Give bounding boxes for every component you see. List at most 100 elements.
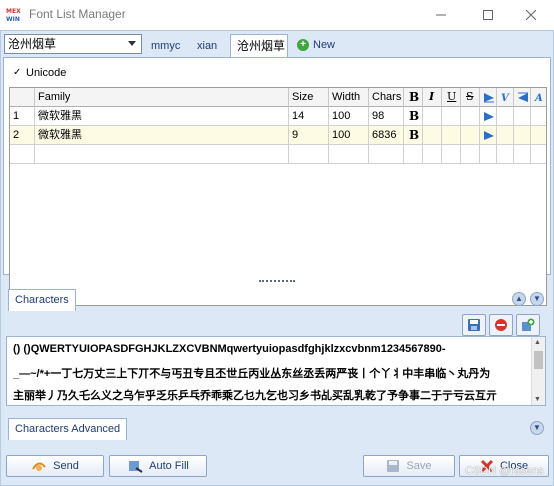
table-row[interactable]: 1 微软雅黑 14 100 98 B: [10, 107, 546, 126]
splitter-handle[interactable]: [259, 280, 295, 283]
header-chars[interactable]: Chars: [369, 88, 404, 107]
add-chars-button[interactable]: [516, 314, 540, 336]
header-italic[interactable]: I: [423, 88, 442, 107]
remove-chars-button[interactable]: [489, 314, 513, 336]
save-button[interactable]: Save: [363, 455, 455, 477]
cell-vertical[interactable]: [497, 126, 514, 145]
scroll-down-icon[interactable]: ▼: [534, 396, 541, 403]
cell-align-left-empty[interactable]: [480, 145, 497, 164]
cell-chars-empty[interactable]: [369, 145, 404, 164]
font-table-panel: ✓ Unicode Family Size Width Chars B I U …: [3, 57, 551, 306]
expand-advanced-button[interactable]: ▼: [530, 421, 544, 435]
header-width[interactable]: Width: [329, 88, 369, 107]
cell-family-empty[interactable]: [35, 145, 289, 164]
send-label: Send: [53, 460, 79, 472]
cell-underline[interactable]: [442, 107, 461, 126]
maximize-button[interactable]: [465, 0, 511, 30]
header-antialias[interactable]: A: [531, 88, 546, 107]
cell-bold[interactable]: B: [404, 126, 423, 145]
header-align-right[interactable]: [514, 88, 531, 107]
characters-textarea[interactable]: () ()QWERTYUIOPASDFGHJKLZXCVBNMqwertyuio…: [6, 336, 546, 406]
cell-vertical[interactable]: [497, 107, 514, 126]
minimize-icon: [436, 14, 446, 16]
characters-line: _—~/*+一丁七万丈三上下丌不与丐丑专且丕世丘丙业丛东丝丞丢两严丧丨个丫丬中丰…: [13, 368, 491, 380]
cell-size-empty[interactable]: [289, 145, 329, 164]
header-bold[interactable]: B: [404, 88, 423, 107]
cell-align-left[interactable]: [480, 126, 497, 145]
cell-antialias[interactable]: [531, 107, 546, 126]
minimize-button[interactable]: [418, 0, 464, 30]
collapse-down-button[interactable]: ▼: [530, 292, 544, 306]
cell-chars[interactable]: 6836: [369, 126, 404, 145]
cell-width[interactable]: 100: [329, 107, 369, 126]
tab-cangzhou[interactable]: 沧州烟草: [230, 34, 288, 58]
cell-vertical-empty[interactable]: [497, 145, 514, 164]
save-chars-button[interactable]: [462, 314, 486, 336]
cell-size[interactable]: 14: [289, 107, 329, 126]
auto-fill-button[interactable]: Auto Fill: [109, 455, 207, 477]
cell-chars[interactable]: 98: [369, 107, 404, 126]
cell-width[interactable]: 100: [329, 126, 369, 145]
header-family[interactable]: Family: [35, 88, 289, 107]
cell-italic[interactable]: [423, 126, 442, 145]
maximize-icon: [483, 10, 493, 20]
cell-underline-empty[interactable]: [442, 145, 461, 164]
cell-width-empty[interactable]: [329, 145, 369, 164]
send-button[interactable]: Send: [6, 455, 104, 477]
header-strikeout[interactable]: S: [461, 88, 480, 107]
cell-align-left[interactable]: [480, 107, 497, 126]
cell-size[interactable]: 9: [289, 126, 329, 145]
characters-section-tab[interactable]: Characters: [8, 289, 76, 311]
tab-mmyc[interactable]: mmyc: [151, 35, 180, 57]
auto-fill-icon: [129, 461, 143, 473]
cell-underline[interactable]: [442, 126, 461, 145]
cell-align-right[interactable]: [514, 126, 531, 145]
unicode-label: Unicode: [26, 67, 67, 79]
cell-strikeout-empty[interactable]: [461, 145, 480, 164]
cell-align-right[interactable]: [514, 107, 531, 126]
cell-bold-empty[interactable]: [404, 145, 423, 164]
collapse-up-button[interactable]: ▲: [512, 292, 526, 306]
row-number: 1: [10, 107, 35, 126]
send-icon: [32, 462, 46, 471]
cell-antialias-empty[interactable]: [531, 145, 546, 164]
font-table[interactable]: Family Size Width Chars B I U S V A 1 微软…: [9, 87, 547, 306]
vertical-scrollbar[interactable]: ▲ ▼: [531, 337, 545, 405]
svg-text:V: V: [501, 93, 510, 103]
new-tab-button[interactable]: + New: [297, 39, 335, 51]
cell-italic-empty[interactable]: [423, 145, 442, 164]
align-left-icon: [484, 93, 494, 103]
title-bar: MEX WIN Font List Manager: [0, 0, 554, 30]
characters-line: 主丽举丿乃久乇么义之乌乍乎乏乐乒乓乔乖乘乙乜九乞也习乡书乩买乱乳乾了予争事二于亍…: [13, 390, 497, 402]
header-size[interactable]: Size: [289, 88, 329, 107]
characters-line: () ()QWERTYUIOPASDFGHJKLZXCVBNMqwertyuio…: [13, 343, 446, 355]
header-vertical[interactable]: V: [497, 88, 514, 107]
scroll-up-icon[interactable]: ▲: [534, 339, 541, 346]
characters-advanced-tab[interactable]: Characters Advanced: [8, 418, 128, 440]
floppy-disk-icon: [387, 460, 400, 472]
scrollbar-thumb[interactable]: [534, 351, 543, 369]
vertical-text-icon: V: [501, 93, 510, 104]
cell-family[interactable]: 微软雅黑: [35, 126, 289, 145]
table-row-new[interactable]: [10, 145, 546, 164]
unicode-checkbox[interactable]: ✓ Unicode: [13, 67, 66, 79]
cell-strikeout[interactable]: [461, 126, 480, 145]
auto-fill-label: Auto Fill: [149, 460, 189, 472]
cell-family[interactable]: 微软雅黑: [35, 107, 289, 126]
tab-xian[interactable]: xian: [197, 35, 217, 57]
cell-strikeout[interactable]: [461, 107, 480, 126]
new-tab-label: New: [313, 39, 336, 51]
main-area: 沧州烟草 mmyc xian 沧州烟草 + New ✓ Unicode Fami…: [0, 30, 554, 486]
svg-text:MEX: MEX: [6, 8, 21, 15]
font-list-select[interactable]: 沧州烟草: [4, 34, 142, 54]
cell-antialias[interactable]: [531, 126, 546, 145]
header-underline[interactable]: U: [442, 88, 461, 107]
cell-align-right-empty[interactable]: [514, 145, 531, 164]
cell-italic[interactable]: [423, 107, 442, 126]
table-row[interactable]: 2 微软雅黑 9 100 6836 B: [10, 126, 546, 145]
chevron-down-icon: [128, 41, 136, 46]
save-label: Save: [406, 460, 432, 472]
header-align-left[interactable]: [480, 88, 497, 107]
close-window-button[interactable]: [508, 0, 554, 30]
cell-bold[interactable]: B: [404, 107, 423, 126]
